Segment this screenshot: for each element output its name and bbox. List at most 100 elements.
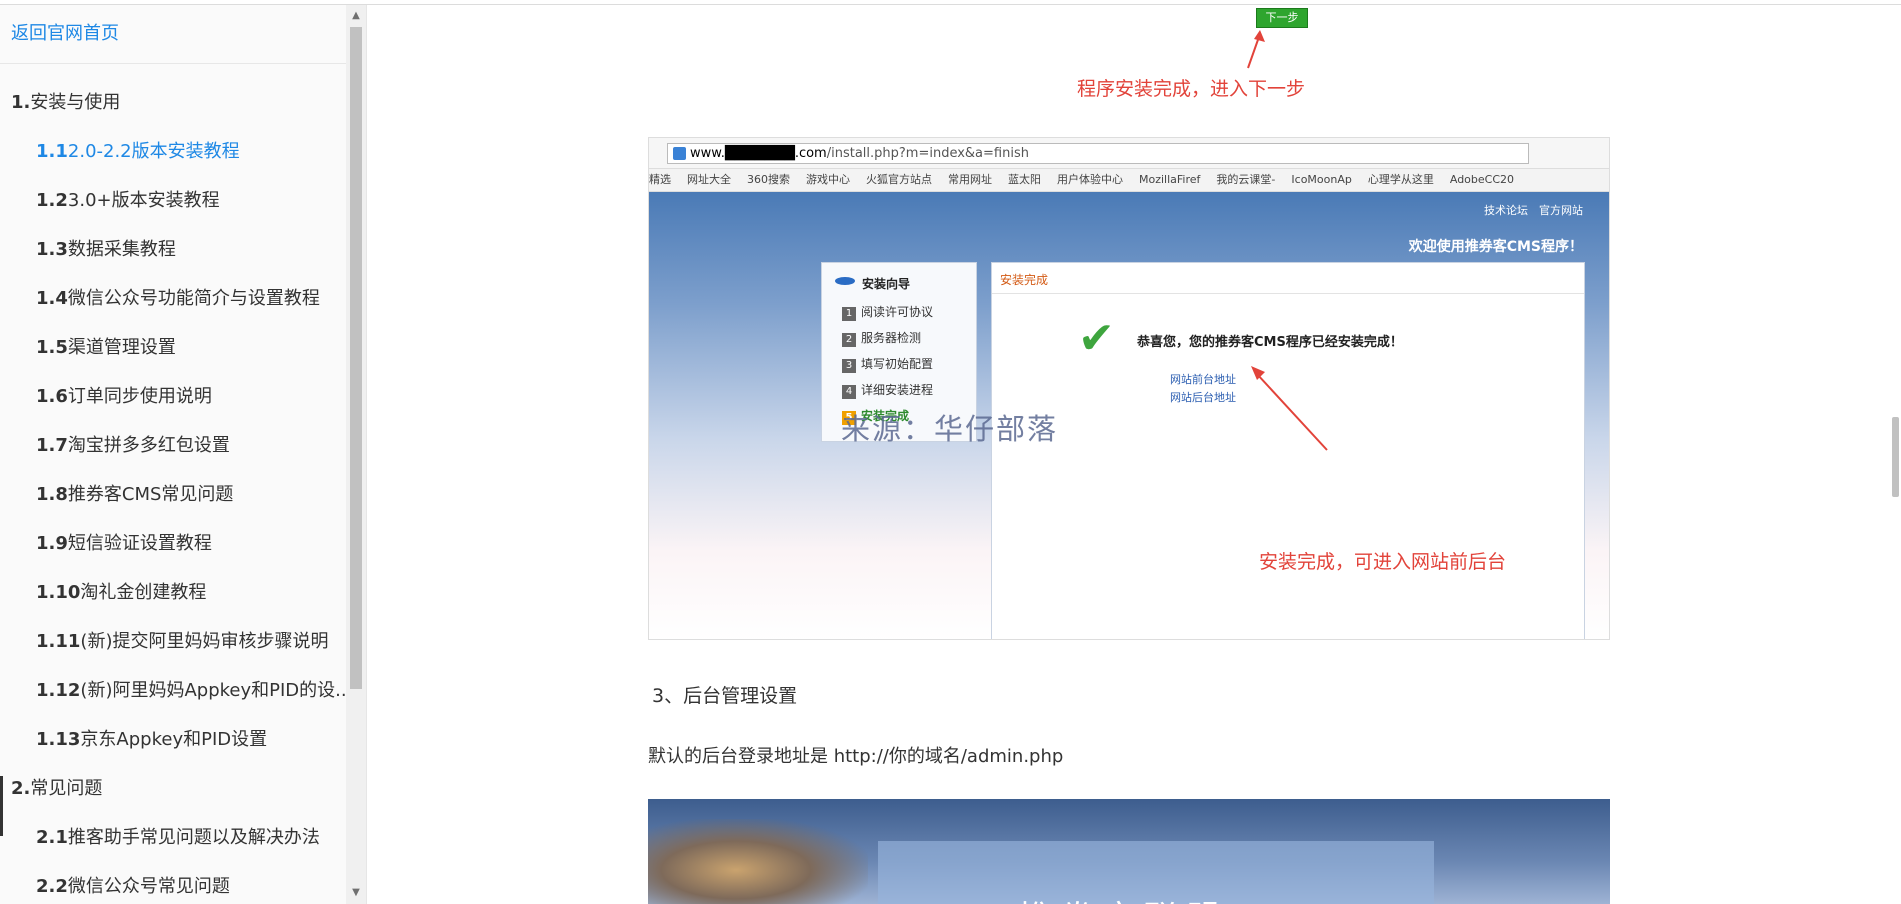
main-scroll-thumb[interactable] [1892, 417, 1899, 497]
login-logo-text: 推券客联盟 [1018, 891, 1228, 904]
sidebar-item[interactable]: 1.11(新)提交阿里妈妈审核步骤说明 [36, 627, 328, 653]
sidebar-item-number: 1.2 [36, 190, 68, 211]
sidebar: 返回官网首页 1.安装与使用 1.12.0-2.2版本安装教程 1.23.0+版本安… [0, 5, 346, 904]
wizard-step-label: 阅读许可协议 [861, 305, 934, 319]
browser-toolbar: www.███████.com/install.php?m=index&a=fi… [649, 138, 1609, 169]
bookmark-item: 心理学从这里 [1367, 173, 1434, 186]
admin-url-paragraph: 默认的后台登录地址是 http://你的域名/admin.php [648, 746, 1064, 767]
sidebar-separator [366, 5, 367, 904]
sidebar-item[interactable]: 1.7淘宝拼多多红包设置 [36, 431, 230, 457]
wizard-logo-icon [835, 277, 855, 285]
bookmark-item: 火狐官方站点 [866, 173, 932, 186]
sidebar-item[interactable]: 1.3数据采集教程 [36, 235, 176, 261]
sidebar-item[interactable]: 2.2微信公众号常见问题 [36, 872, 230, 898]
sidebar-item[interactable]: 1.23.0+版本安装教程 [36, 186, 220, 212]
success-check-icon: ✔ [1078, 313, 1115, 364]
wizard-step-number: 4 [842, 385, 856, 399]
home-link[interactable]: 返回官网首页 [11, 19, 119, 45]
sidebar-item[interactable]: 2.常见问题 [11, 774, 102, 800]
sidebar-item-number: 1.7 [36, 435, 68, 456]
wizard-step-number: 2 [842, 333, 856, 347]
sidebar-item-label: 京东Appkey和PID设置 [80, 729, 268, 750]
sidebar-item-label: 淘宝拼多多红包设置 [67, 435, 230, 456]
bookmark-item: IcoMoonAp [1291, 173, 1352, 186]
watermark: 来源：华仔部落 [841, 412, 1059, 446]
url-host: www.███████.com [690, 146, 827, 161]
admin-login-screenshot: 推券客联盟 [648, 799, 1610, 904]
sidebar-item-label: 推客助手常见问题以及解决办法 [67, 827, 320, 848]
sidebar-item-number: 1.10 [36, 582, 81, 603]
sidebar-item-number: 2.1 [36, 827, 68, 848]
background-cloud [648, 819, 868, 904]
main-scrollbar[interactable] [1889, 5, 1901, 904]
sidebar-item-label: 2.0-2.2版本安装教程 [67, 141, 240, 162]
wizard-step-number: 1 [842, 307, 856, 321]
section-title: 3、后台管理设置 [652, 685, 798, 707]
bookmark-item: 常用网址 [948, 173, 992, 186]
site-icon [673, 147, 686, 160]
panel-title: 安装完成 [1000, 273, 1049, 287]
sidebar-item-label: 微信公众号常见问题 [67, 876, 230, 897]
bookmark-item: AdobeCC20 [1449, 173, 1515, 186]
bookmark-item: 我的云课堂- [1216, 173, 1276, 186]
sidebar-item-number: 1.9 [36, 533, 68, 554]
sidebar-item[interactable]: 1.12(新)阿里妈妈Appkey和PID的设... [36, 676, 346, 702]
sidebar-item-number: 1.4 [36, 288, 68, 309]
sidebar-item-label: 推券客CMS常见问题 [67, 484, 234, 505]
bookmark-item: 用户体验中心 [1057, 173, 1123, 186]
sidebar-item-label: 常见问题 [30, 778, 103, 799]
bookmarks-bar: 精选 网址大全 360搜索 游戏中心 火狐官方站点 常用网址 蓝太阳 用户体验中心 Mozill… [649, 169, 1609, 192]
sidebar-item-label: 订单同步使用说明 [67, 386, 212, 407]
wizard-step-label: 填写初始配置 [861, 357, 934, 371]
sidebar-item-number: 1.6 [36, 386, 68, 407]
annotation-finish: 安装完成，可进入网站前后台 [1259, 551, 1507, 573]
wizard-step: 3 填写初始配置 [842, 355, 933, 373]
bookmark-item: 精选 [649, 173, 671, 186]
sidebar-item[interactable]: 1.9短信验证设置教程 [36, 529, 212, 555]
sidebar-item-number: 1.3 [36, 239, 68, 260]
sidebar-item-label: 3.0+版本安装教程 [67, 190, 220, 211]
sidebar-scroll-thumb[interactable] [350, 27, 362, 689]
arrow-up-annotation-icon [1247, 30, 1265, 69]
sidebar-item-number: 1. [11, 92, 31, 113]
scroll-up-arrow-icon[interactable]: ▲ [346, 7, 366, 25]
sidebar-item-label: 数据采集教程 [67, 239, 176, 260]
sidebar-item[interactable]: 1.6订单同步使用说明 [36, 382, 212, 408]
sidebar-scrollbar[interactable]: ▲ ▼ [346, 5, 366, 904]
sidebar-item[interactable]: 1.8推券客CMS常见问题 [36, 480, 233, 506]
bookmark-item: 网址大全 [687, 173, 731, 186]
sidebar-item[interactable]: 1.10淘礼金创建教程 [36, 578, 206, 604]
sidebar-item-number: 1.12 [36, 680, 81, 701]
bookmark-item: 蓝太阳 [1008, 173, 1041, 186]
sidebar-item[interactable]: 1.安装与使用 [11, 88, 120, 114]
wizard-step: 1 阅读许可协议 [842, 303, 933, 321]
wizard-title: 安装向导 [862, 277, 911, 291]
annotation-top: 程序安装完成，进入下一步 [1077, 78, 1306, 100]
section-marker [0, 776, 3, 836]
sidebar-item-label: 微信公众号功能简介与设置教程 [67, 288, 320, 309]
installer-welcome: 欢迎使用推券客CMS程序！ [1408, 239, 1583, 255]
bookmark-item: 游戏中心 [806, 173, 850, 186]
wizard-step-label: 服务器检测 [861, 331, 922, 345]
sidebar-item[interactable]: 1.5渠道管理设置 [36, 333, 176, 359]
sidebar-item[interactable]: 2.1推客助手常见问题以及解决办法 [36, 823, 320, 849]
sidebar-item-number: 1.1 [36, 141, 68, 162]
sidebar-item-label: (新)提交阿里妈妈审核步骤说明 [80, 631, 329, 652]
sidebar-item-label: 渠道管理设置 [67, 337, 176, 358]
congrats-text: 恭喜您，您的推券客CMS程序已经安装完成！ [1137, 335, 1403, 350]
sidebar-item-number: 1.11 [36, 631, 81, 652]
sidebar-item-number: 2. [11, 778, 31, 799]
sidebar-item-number: 1.5 [36, 337, 68, 358]
sidebar-item[interactable]: 1.4微信公众号功能简介与设置教程 [36, 284, 320, 310]
install-finish-screenshot: www.███████.com/install.php?m=index&a=fi… [648, 137, 1610, 640]
wizard-step: 4 详细安装进程 [842, 381, 933, 399]
scroll-down-arrow-icon[interactable]: ▼ [346, 884, 366, 902]
address-bar: www.███████.com/install.php?m=index&a=fi… [667, 143, 1529, 164]
bookmark-item: MozillaFiref [1139, 173, 1201, 186]
sidebar-item-number: 1.8 [36, 484, 68, 505]
arrow-annotation-icon [1251, 366, 1328, 451]
sidebar-item[interactable]: 1.13京东Appkey和PID设置 [36, 725, 267, 751]
sidebar-item[interactable]: 1.12.0-2.2版本安装教程 [36, 137, 240, 163]
sidebar-item-label: (新)阿里妈妈Appkey和PID的设... [80, 680, 346, 701]
sidebar-item-number: 1.13 [36, 729, 81, 750]
